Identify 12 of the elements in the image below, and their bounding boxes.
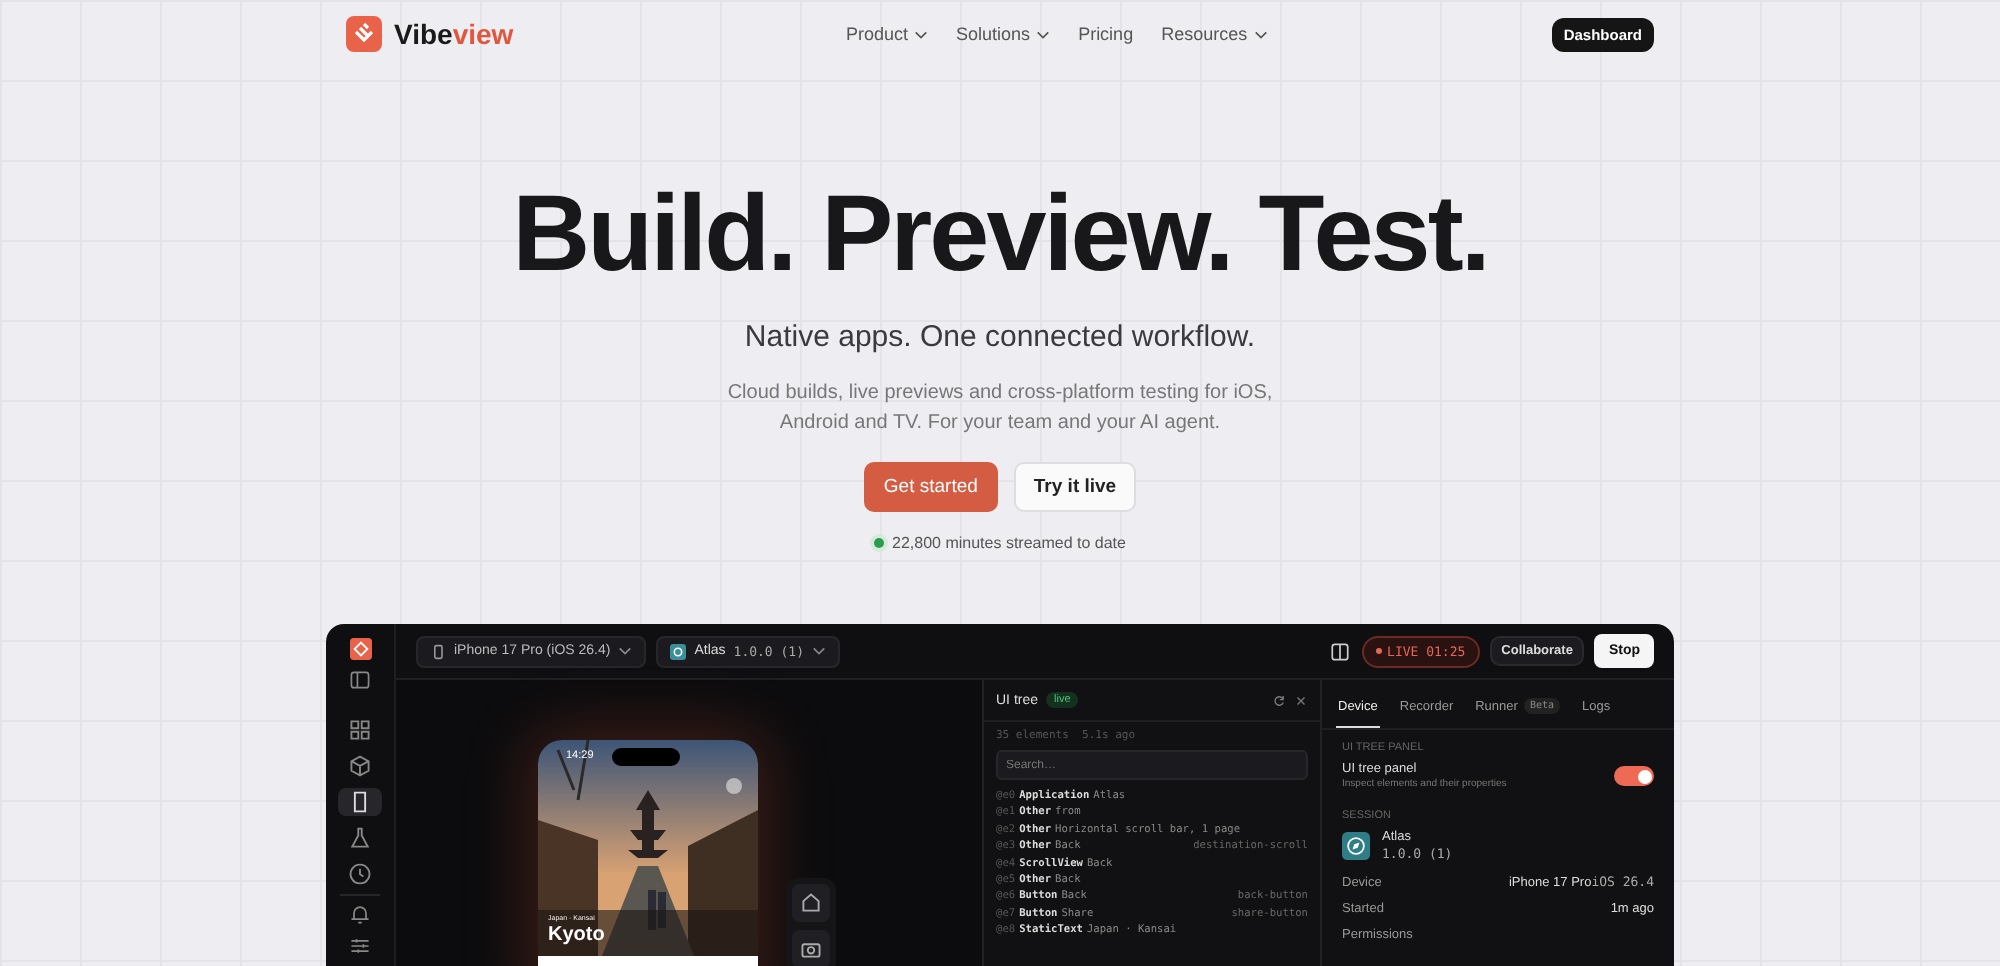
nav-link[interactable]: Resources bbox=[1161, 24, 1248, 44]
hero-description: Cloud builds, live previews and cross-platform testing for iOS, Android and TV. For your team and your AI agent. bbox=[725, 380, 1275, 438]
nav-link[interactable]: Product bbox=[846, 24, 909, 44]
nav-link[interactable]: Pricing bbox=[1078, 24, 1134, 44]
place-title: Kyoto bbox=[548, 924, 605, 946]
try-live-button[interactable]: Try it live bbox=[1013, 462, 1137, 512]
hero-subtitle: Native apps. One connected workflow. bbox=[744, 320, 1256, 354]
brand-name[interactable]: Vibeview bbox=[394, 18, 514, 50]
get-started-button[interactable]: Get started bbox=[863, 462, 998, 512]
hero-title: Build. Preview. Test. bbox=[512, 180, 1488, 288]
stat-text: 22,800 minutes streamed to date bbox=[892, 534, 1126, 552]
nav-link[interactable]: Solutions bbox=[956, 24, 1031, 44]
